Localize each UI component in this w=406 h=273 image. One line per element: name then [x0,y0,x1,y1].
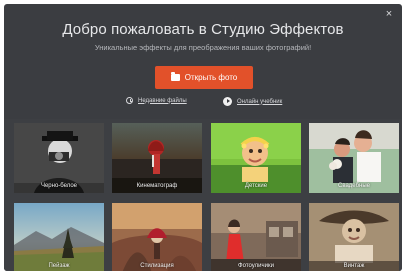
effect-tile-black-white[interactable]: Черно-белое [14,123,104,193]
online-tutorial-link[interactable]: Онлайн учебник [223,97,282,106]
effect-label: Винтаж [343,263,365,269]
effect-label: Пейзаж [48,263,70,269]
effects-gallery: Черно-белое Кинематограф Детские Свадебн… [4,119,402,271]
vintage-thumbnail [309,203,399,271]
effect-tile-cinematic[interactable]: Кинематограф [112,123,202,193]
effect-tile-wedding[interactable]: Свадебные [309,123,399,193]
effect-tile-stylization[interactable]: Стилизация [112,203,202,271]
folder-icon [170,72,180,81]
effect-tile-kids[interactable]: Детские [211,123,301,193]
open-photo-label: Открыть фото [184,73,238,82]
clock-icon [126,97,133,104]
stylization-thumbnail [112,203,202,271]
street-photo-thumbnail [211,203,301,271]
effect-label: Свадебные [338,183,370,189]
landscape-thumbnail [14,203,104,271]
open-photo-button[interactable]: Открыть фото [155,66,253,89]
effect-tile-street-photo[interactable]: Фотоуличики [211,203,301,271]
play-icon [223,97,232,106]
effect-label: Фотоуличики [238,263,274,269]
effect-tile-landscape[interactable]: Пейзаж [14,203,104,271]
online-tutorial-label: Онлайн учебник [237,98,283,105]
effect-label: Стилизация [140,263,174,269]
recent-files-link[interactable]: Недавние файлы [126,97,187,104]
effect-label: Черно-белое [40,183,78,189]
quick-links: Недавние файлы Онлайн учебник [4,97,402,109]
effect-tile-vintage[interactable]: Винтаж [309,203,399,271]
recent-files-label: Недавние файлы [138,97,187,104]
effect-label: Детские [244,183,268,189]
welcome-title: Добро пожаловать в Студию Эффектов [62,21,344,38]
welcome-window: × Добро пожаловать в Студию Эффектов Уни… [4,4,402,271]
welcome-subtitle: Уникальные эффекты для преображения ваши… [94,43,312,52]
close-icon[interactable]: × [383,8,395,20]
effect-label: Кинематограф [136,183,178,189]
